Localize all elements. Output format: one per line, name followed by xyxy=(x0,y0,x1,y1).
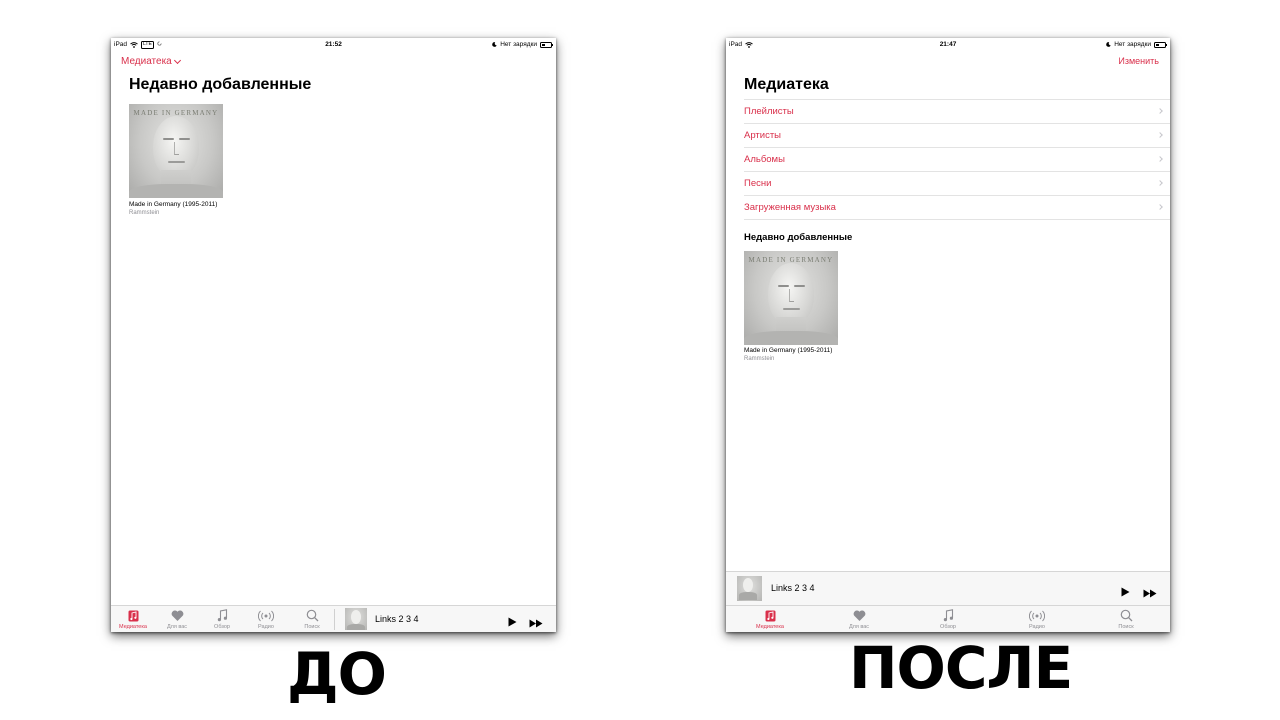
ipad-screen-after: iPad 21:47 Нет зарядки Изменить Медиатек… xyxy=(726,38,1170,632)
next-track-button[interactable] xyxy=(1143,585,1157,603)
library-item-label: Загруженная музыка xyxy=(744,202,836,213)
library-item-label: Плейлисты xyxy=(744,106,794,117)
status-bar: iPad 21:47 Нет зарядки xyxy=(726,38,1170,51)
album-cover-text: MADE IN GERMANY xyxy=(748,256,834,264)
tab-label: Поиск xyxy=(1118,624,1134,630)
album-title[interactable]: Made in Germany (1995-2011) xyxy=(744,347,832,354)
battery-status-text: Нет зарядки xyxy=(1114,41,1151,48)
library-item-playlists[interactable]: Плейлисты xyxy=(744,100,1170,124)
tab-for-you[interactable]: Для вас xyxy=(837,606,881,632)
battery-icon xyxy=(1154,41,1168,48)
library-item-label: Альбомы xyxy=(744,154,785,165)
now-playing-title[interactable]: Links 2 3 4 xyxy=(375,614,419,624)
tab-search[interactable]: Поиск xyxy=(290,606,334,632)
tab-label: Медиатека xyxy=(756,624,784,630)
tab-browse[interactable]: Обзор xyxy=(926,606,970,632)
mini-player[interactable]: Links 2 3 4 xyxy=(726,571,1170,605)
caption-before: ДО xyxy=(287,640,387,708)
library-item-label: Артисты xyxy=(744,130,781,141)
tab-library[interactable]: Медиатека xyxy=(111,606,155,632)
tab-label: Радио xyxy=(258,624,274,630)
tab-label: Для вас xyxy=(848,624,870,630)
search-icon xyxy=(1104,606,1148,622)
battery-status-text: Нет зарядки xyxy=(500,41,537,48)
heart-icon xyxy=(837,606,881,622)
tab-label: Для вас xyxy=(166,624,188,630)
edit-button[interactable]: Изменить xyxy=(1118,56,1159,66)
search-icon xyxy=(290,606,334,622)
chevron-right-icon xyxy=(1157,156,1163,162)
section-title: Недавно добавленные xyxy=(744,232,853,243)
music-note-icon xyxy=(200,606,244,622)
next-track-button[interactable] xyxy=(529,615,543,632)
tab-label: Поиск xyxy=(304,624,320,630)
album-artist: Rammstein xyxy=(744,356,775,362)
chevron-right-icon xyxy=(1157,108,1163,114)
play-button[interactable] xyxy=(1121,584,1130,602)
chevron-right-icon xyxy=(1157,204,1163,210)
music-library-icon xyxy=(111,606,155,622)
library-item-label: Песни xyxy=(744,178,772,189)
album-cover[interactable]: MADE IN GERMANY xyxy=(129,104,223,198)
tab-label: Медиатека xyxy=(119,624,147,630)
album-artist: Rammstein xyxy=(129,210,160,216)
now-playing-title[interactable]: Links 2 3 4 xyxy=(771,583,815,593)
status-time: 21:52 xyxy=(325,41,342,48)
tab-for-you[interactable]: Для вас xyxy=(155,606,199,632)
battery-icon xyxy=(540,41,554,48)
tab-label: Радио xyxy=(1029,624,1045,630)
library-item-downloaded[interactable]: Загруженная музыка xyxy=(744,196,1170,220)
library-dropdown[interactable]: Медиатека xyxy=(121,56,181,67)
tab-bar: Медиатека Для вас Обзор Радио Поиск xyxy=(111,605,556,632)
radio-icon xyxy=(1015,606,1059,622)
radio-icon xyxy=(244,606,288,622)
album-cover[interactable]: MADE IN GERMANY xyxy=(744,251,838,345)
tab-label: Обзор xyxy=(214,624,230,630)
tab-library[interactable]: Медиатека xyxy=(748,606,792,632)
music-note-icon xyxy=(926,606,970,622)
album-title[interactable]: Made in Germany (1995-2011) xyxy=(129,201,217,208)
album-cover-text: MADE IN GERMANY xyxy=(133,109,219,117)
library-item-albums[interactable]: Альбомы xyxy=(744,148,1170,172)
heart-icon xyxy=(155,606,199,622)
music-library-icon xyxy=(748,606,792,622)
tab-label: Обзор xyxy=(940,624,956,630)
library-item-artists[interactable]: Артисты xyxy=(744,124,1170,148)
status-bar: iPad LTE 21:52 Нет зарядки xyxy=(111,38,556,51)
chevron-right-icon xyxy=(1157,180,1163,186)
chevron-down-icon xyxy=(173,56,181,64)
moon-icon xyxy=(1106,42,1111,47)
play-button[interactable] xyxy=(508,614,517,632)
ipad-screen-before: iPad LTE 21:52 Нет зарядки Медиатека Нед… xyxy=(111,38,556,632)
tab-browse[interactable]: Обзор xyxy=(200,606,244,632)
page-title: Недавно добавленные xyxy=(129,76,312,93)
chevron-right-icon xyxy=(1157,132,1163,138)
tab-radio[interactable]: Радио xyxy=(244,606,288,632)
now-playing-artwork[interactable] xyxy=(345,608,367,630)
tab-bar: Медиатека Для вас Обзор Радио Поиск xyxy=(726,605,1170,632)
page-title: Медиатека xyxy=(744,76,829,93)
library-list: Плейлисты Артисты Альбомы Песни Загружен… xyxy=(744,99,1170,220)
now-playing-artwork[interactable] xyxy=(737,576,762,601)
tab-search[interactable]: Поиск xyxy=(1104,606,1148,632)
tab-radio[interactable]: Радио xyxy=(1015,606,1059,632)
moon-icon xyxy=(492,42,497,47)
library-dropdown-label: Медиатека xyxy=(121,56,172,67)
divider xyxy=(334,609,335,630)
status-time: 21:47 xyxy=(939,41,957,48)
caption-after: ПОСЛЕ xyxy=(849,634,1073,702)
library-item-songs[interactable]: Песни xyxy=(744,172,1170,196)
